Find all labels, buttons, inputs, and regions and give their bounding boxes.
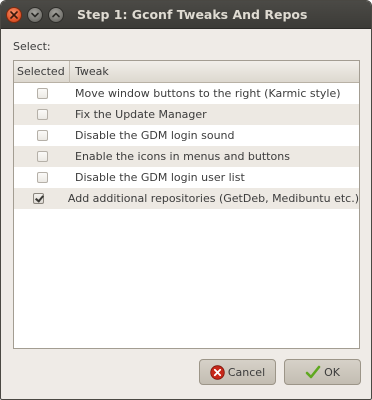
selected-cell <box>14 125 70 146</box>
selected-cell <box>14 83 70 104</box>
column-header-tweak[interactable]: Tweak <box>70 61 359 83</box>
selected-cell <box>14 188 63 209</box>
close-icon[interactable] <box>6 7 22 23</box>
tweak-checkbox[interactable] <box>36 172 48 183</box>
tweak-label: Disable the GDM login sound <box>75 129 235 142</box>
ok-label: OK <box>324 365 340 379</box>
selected-cell <box>14 167 70 188</box>
cancel-label: Cancel <box>227 365 266 379</box>
list-item[interactable]: Add additional repositories (GetDeb, Med… <box>14 188 359 209</box>
tweaks-list[interactable]: Selected Tweak Move window buttons to th… <box>13 60 360 349</box>
tweak-label: Fix the Update Manager <box>75 108 207 121</box>
selected-cell <box>14 146 70 167</box>
list-rows: Move window buttons to the right (Karmic… <box>14 83 359 209</box>
tweak-label: Disable the GDM login user list <box>75 171 245 184</box>
tweak-checkbox[interactable] <box>36 88 48 99</box>
tweak-checkbox[interactable] <box>32 193 44 204</box>
tweak-checkbox[interactable] <box>36 151 48 162</box>
list-item[interactable]: Move window buttons to the right (Karmic… <box>14 83 359 104</box>
list-header: Selected Tweak <box>14 61 359 83</box>
checkmark-icon <box>305 365 321 380</box>
title-bar[interactable]: Step 1: Gconf Tweaks And Repos <box>1 1 371 29</box>
window-title: Step 1: Gconf Tweaks And Repos <box>77 7 308 22</box>
tweak-label: Move window buttons to the right (Karmic… <box>75 87 341 100</box>
list-item[interactable]: Enable the icons in menus and buttons <box>14 146 359 167</box>
dialog-window: Step 1: Gconf Tweaks And Repos Select: S… <box>0 0 372 400</box>
minimize-icon[interactable] <box>27 7 43 23</box>
column-header-selected[interactable]: Selected <box>14 61 70 83</box>
list-item[interactable]: Fix the Update Manager <box>14 104 359 125</box>
list-item[interactable]: Disable the GDM login sound <box>14 125 359 146</box>
list-item[interactable]: Disable the GDM login user list <box>14 167 359 188</box>
ok-button[interactable]: OK <box>284 359 361 385</box>
tweak-label: Add additional repositories (GetDeb, Med… <box>67 192 359 205</box>
tweak-checkbox[interactable] <box>36 130 48 141</box>
maximize-icon[interactable] <box>48 7 64 23</box>
tweak-label: Enable the icons in menus and buttons <box>75 150 290 163</box>
cancel-icon <box>210 364 225 380</box>
cancel-button[interactable]: Cancel <box>199 359 276 385</box>
tweak-checkbox[interactable] <box>36 109 48 120</box>
select-label: Select: <box>13 40 51 53</box>
selected-cell <box>14 104 70 125</box>
